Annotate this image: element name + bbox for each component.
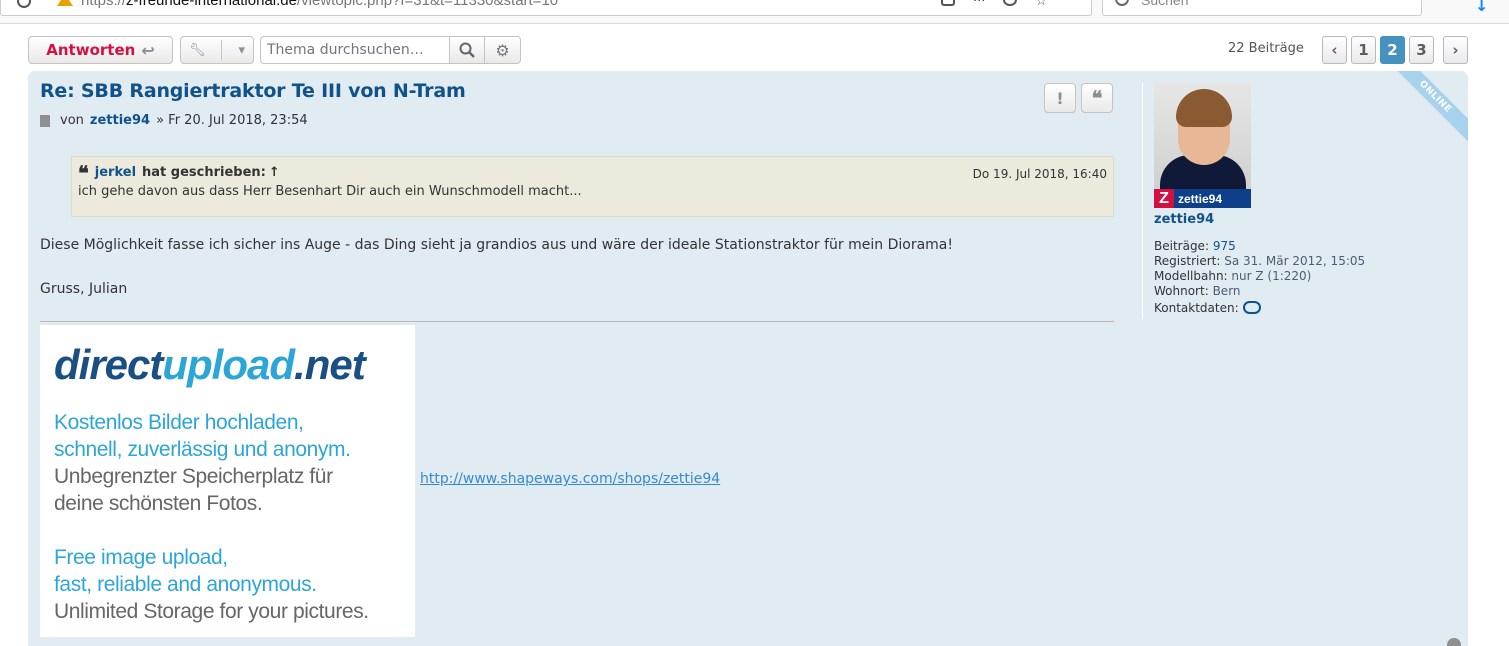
pocket-icon[interactable] <box>1003 0 1018 6</box>
post-title[interactable]: Re: SBB Rangiertraktor Te III von N-Tram <box>40 80 466 102</box>
signature-ad-image[interactable]: directupload.net Kostenlos Bilder hochla… <box>40 325 415 637</box>
wrench-icon: 🔧︎ <box>189 42 206 58</box>
page-2[interactable]: 2 <box>1380 36 1405 64</box>
author-prefix: von <box>60 113 84 128</box>
chevron-down-icon: ▾ <box>238 42 245 58</box>
topic-tools-button[interactable]: 🔧︎ ▾ <box>180 36 254 64</box>
signature-divider <box>40 321 1114 322</box>
page-number: 3 <box>1416 41 1427 59</box>
avatar-banner: Z zettie94 <box>1154 189 1251 208</box>
post-date: » Fr 20. Jul 2018, 23:54 <box>156 113 308 128</box>
tracking-shield-icon[interactable] <box>17 0 31 8</box>
post-body-line: Diese Möglichkeit fasse ich sicher ins A… <box>40 237 954 253</box>
quote-user-link[interactable]: jerkel <box>95 165 136 180</box>
exclamation-icon: ! <box>1056 88 1064 108</box>
url-text[interactable]: https://z-freunde-international.de/viewt… <box>81 0 558 9</box>
chevron-right-icon: › <box>1452 41 1459 59</box>
quote-wrote: hat geschrieben: <box>142 165 266 180</box>
post-author-line: von zettie94 » Fr 20. Jul 2018, 23:54 <box>40 113 308 128</box>
quote-block: ❝ jerkel hat geschrieben: ↑ Do 19. Jul 2… <box>71 156 1114 217</box>
reply-button[interactable]: Antworten ↩ <box>28 36 173 64</box>
chevron-left-icon: ‹ <box>1331 41 1338 59</box>
profile-label: Wohnort: <box>1154 284 1209 298</box>
quote-date: Do 19. Jul 2018, 16:40 <box>972 167 1107 181</box>
registered-date: Sa 31. Mär 2012, 15:05 <box>1224 254 1366 268</box>
page-1[interactable]: 1 <box>1351 36 1376 64</box>
quote-icon: ❝ <box>1091 86 1103 110</box>
profile-label: Beiträge: <box>1154 239 1209 253</box>
post-body-line: Gruss, Julian <box>40 281 128 297</box>
advanced-search-button[interactable]: ⚙ <box>484 36 521 64</box>
signature-link[interactable]: http://www.shapeways.com/shops/zettie94 <box>420 471 720 487</box>
post-count-link[interactable]: 975 <box>1213 239 1236 253</box>
profile-label: Registriert: <box>1154 254 1221 268</box>
online-ribbon: ONLINE <box>1390 71 1468 142</box>
model-railway: nur Z (1:220) <box>1231 269 1312 283</box>
browser-chrome: https://z-freunde-international.de/viewt… <box>0 0 1509 24</box>
post: Re: SBB Rangiertraktor Te III von N-Tram… <box>28 71 1468 646</box>
url-bar[interactable]: https://z-freunde-international.de/viewt… <box>0 0 1092 16</box>
profile-divider <box>1142 83 1143 319</box>
quote-text: ich gehe davon aus dass Herr Besenhart D… <box>78 184 582 199</box>
post-body: Diese Möglichkeit fasse ich sicher ins A… <box>40 234 953 322</box>
reply-arrow-icon: ↩ <box>141 40 155 60</box>
search-icon <box>1115 0 1129 6</box>
profile-label: Modellbahn: <box>1154 269 1228 283</box>
page-3[interactable]: 3 <box>1409 36 1434 64</box>
search-icon <box>459 42 475 58</box>
tools-divider <box>221 40 223 60</box>
topic-search-input[interactable] <box>260 36 450 64</box>
z-logo: Z <box>1154 189 1174 208</box>
quote-mark-icon: ❝ <box>78 160 89 185</box>
next-page-button[interactable]: › <box>1443 36 1468 64</box>
gear-icon: ⚙ <box>495 40 510 60</box>
action-bar: Antworten ↩ 🔧︎ ▾ ⚙ 22 Beiträge ‹ 1 2 3 › <box>28 36 1468 66</box>
report-button[interactable]: ! <box>1044 83 1076 113</box>
bookmark-star-icon[interactable]: ☆ <box>1035 0 1047 10</box>
reader-view-icon[interactable] <box>941 0 955 6</box>
contact-icon[interactable] <box>1242 301 1261 314</box>
page-number: 2 <box>1387 41 1398 59</box>
quote-source-arrow-icon[interactable]: ↑ <box>269 165 280 180</box>
post-document-icon[interactable] <box>40 114 50 127</box>
browser-search-placeholder: Suchen <box>1141 0 1189 8</box>
back-to-top-icon[interactable] <box>1447 638 1461 646</box>
profile-label: Kontaktdaten: <box>1154 301 1239 315</box>
avatar-banner-name: zettie94 <box>1178 191 1223 206</box>
page-number: 1 <box>1358 41 1369 59</box>
page-actions-icon[interactable]: ··· <box>973 0 985 10</box>
download-icon[interactable]: ↓ <box>1475 0 1488 15</box>
reply-button-label: Antworten <box>46 41 136 59</box>
profile-details: Beiträge: 975 Registriert: Sa 31. Mär 20… <box>1154 239 1365 316</box>
ad-text: Kostenlos Bilder hochladen, schnell, zuv… <box>54 411 369 623</box>
prev-page-button[interactable]: ‹ <box>1322 36 1347 64</box>
search-button[interactable] <box>449 36 485 64</box>
post-count: 22 Beiträge <box>1228 41 1304 56</box>
browser-search-bar[interactable]: Suchen <box>1102 0 1422 16</box>
location: Bern <box>1212 284 1241 298</box>
avatar[interactable]: Z zettie94 <box>1154 83 1251 208</box>
profile-username[interactable]: zettie94 <box>1154 212 1214 227</box>
author-link[interactable]: zettie94 <box>90 113 150 128</box>
directupload-logo: directupload.net <box>54 341 366 388</box>
insecure-warning-icon[interactable] <box>57 0 73 6</box>
quote-button[interactable]: ❝ <box>1081 83 1113 113</box>
